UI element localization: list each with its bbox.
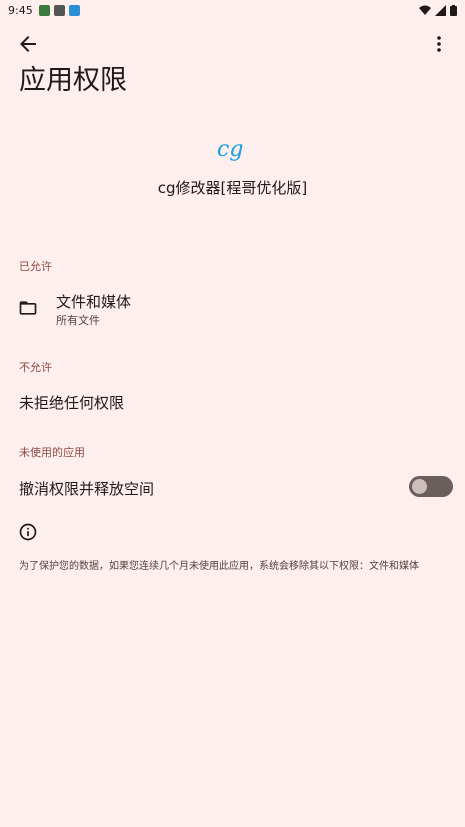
android-icon [53, 4, 65, 16]
denied-empty-text: 未拒绝任何权限 [19, 394, 125, 412]
status-right-icons [419, 4, 457, 16]
top-app-bar [0, 28, 465, 60]
app-logo-text: cg [217, 137, 243, 162]
revoke-permissions-toggle[interactable] [409, 476, 453, 497]
wifi-icon [419, 5, 431, 15]
status-time: 9:45 [8, 3, 33, 17]
folder-icon [19, 301, 37, 315]
toggle-knob [412, 479, 427, 494]
signal-icon [435, 4, 446, 16]
revoke-permissions-label: 撤消权限并释放空间 [19, 480, 155, 498]
permission-subtitle: 所有文件 [56, 314, 100, 327]
section-header-unused: 未使用的应用 [19, 446, 85, 459]
page-title: 应用权限 [19, 65, 127, 96]
app-name: cg修改器[程哥优化版] [157, 179, 308, 197]
status-bar: 9:45 [0, 0, 465, 20]
app-logo: cg [217, 137, 243, 162]
notification-icon [38, 4, 50, 16]
more-vert-icon[interactable] [427, 32, 451, 56]
section-header-allowed: 已允许 [19, 260, 52, 273]
section-header-denied: 不允许 [19, 361, 52, 374]
battery-icon [450, 4, 457, 16]
info-icon [19, 523, 37, 541]
permission-item-files-media[interactable]: 文件和媒体 所有文件 [0, 282, 465, 332]
app-notification-icon [68, 4, 80, 16]
permission-title: 文件和媒体 [56, 293, 132, 311]
info-text: 为了保护您的数据，如果您连续几个月未使用此应用，系统会移除其以下权限：文件和媒体 [19, 561, 419, 572]
arrow-back-icon[interactable] [16, 32, 40, 56]
